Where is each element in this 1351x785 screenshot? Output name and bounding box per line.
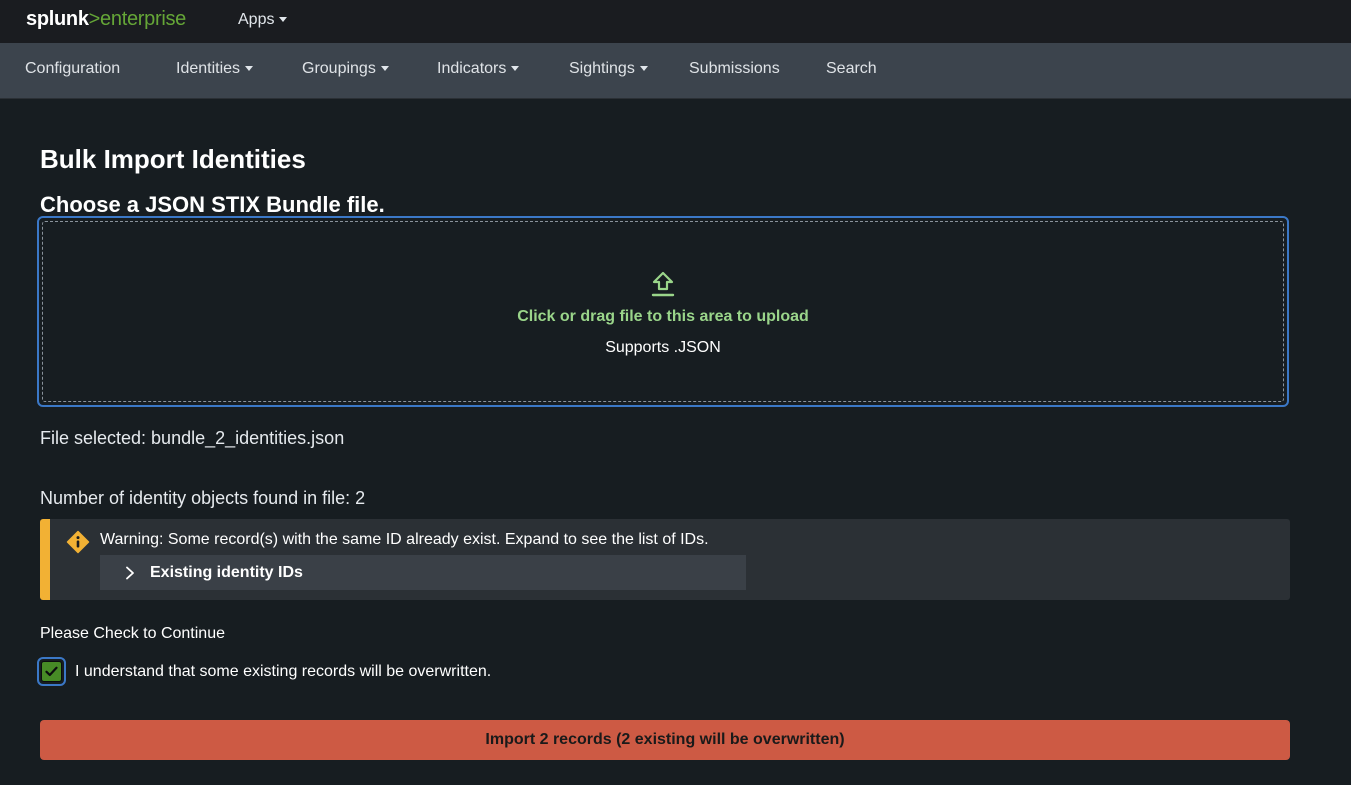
overwrite-checkbox[interactable] [37, 657, 66, 686]
nav-configuration[interactable]: Configuration [25, 60, 120, 78]
warning-icon [66, 530, 90, 554]
apps-menu[interactable]: Apps [238, 11, 288, 29]
nav-search[interactable]: Search [826, 60, 877, 78]
page-title: Bulk Import Identities [40, 144, 306, 174]
nav-indicators[interactable]: Indicators [437, 60, 520, 78]
nav-indicators-label: Indicators [437, 60, 507, 77]
logo-brand: splunk [26, 8, 89, 30]
expander-label: Existing identity IDs [150, 563, 303, 581]
dropzone-primary-text: Click or drag file to this area to uploa… [517, 308, 809, 325]
splunk-logo[interactable]: splunk > enterprise [26, 8, 186, 31]
nav-sightings[interactable]: Sightings [569, 60, 648, 78]
file-selected-text: File selected: bundle_2_identities.json [40, 428, 345, 448]
logo-product: enterprise [100, 8, 186, 30]
app-navigation-bar: Configuration Identities Groupings Indic… [0, 43, 1351, 99]
logo-separator: > [88, 8, 101, 30]
caret-down-icon [511, 65, 520, 71]
chevron-right-icon [126, 566, 134, 579]
nav-configuration-label: Configuration [25, 60, 121, 77]
warning-text: Warning: Some record(s) with the same ID… [100, 531, 709, 548]
checkmark-icon [45, 666, 58, 677]
objects-found-text: Number of identity objects found in file… [40, 488, 366, 508]
nav-submissions[interactable]: Submissions [689, 60, 780, 78]
existing-ids-expander[interactable]: Existing identity IDs [100, 555, 746, 590]
nav-identities[interactable]: Identities [176, 60, 254, 78]
dropzone-area[interactable]: Click or drag file to this area to uploa… [42, 221, 1284, 402]
overwrite-confirm-row: I understand that some existing records … [37, 657, 491, 686]
nav-submissions-label: Submissions [689, 60, 780, 77]
apps-label: Apps [238, 11, 275, 28]
main-content: Bulk Import Identities Choose a JSON STI… [0, 99, 1351, 785]
nav-groupings-label: Groupings [302, 60, 376, 77]
nav-sightings-label: Sightings [569, 60, 635, 77]
file-dropzone[interactable]: Click or drag file to this area to uploa… [37, 216, 1289, 407]
warning-message: Warning: Some record(s) with the same ID… [40, 519, 1290, 600]
checkbox-box [41, 661, 62, 682]
overwrite-checkbox-label[interactable]: I understand that some existing records … [75, 663, 491, 681]
caret-down-icon [245, 65, 254, 71]
upload-icon [651, 271, 675, 297]
caret-down-icon [639, 65, 648, 71]
nav-groupings[interactable]: Groupings [302, 60, 389, 78]
caret-down-icon [380, 65, 389, 71]
dropzone-supported-types: Supports .JSON [605, 339, 721, 356]
top-bar: splunk > enterprise Apps [0, 0, 1351, 43]
check-prompt: Please Check to Continue [40, 625, 225, 642]
upload-instruction: Choose a JSON STIX Bundle file. [40, 192, 385, 217]
caret-down-icon [279, 16, 288, 22]
nav-identities-label: Identities [176, 60, 241, 77]
nav-search-label: Search [826, 60, 877, 77]
warning-stripe [40, 519, 50, 600]
import-button[interactable]: Import 2 records (2 existing will be ove… [40, 720, 1290, 760]
